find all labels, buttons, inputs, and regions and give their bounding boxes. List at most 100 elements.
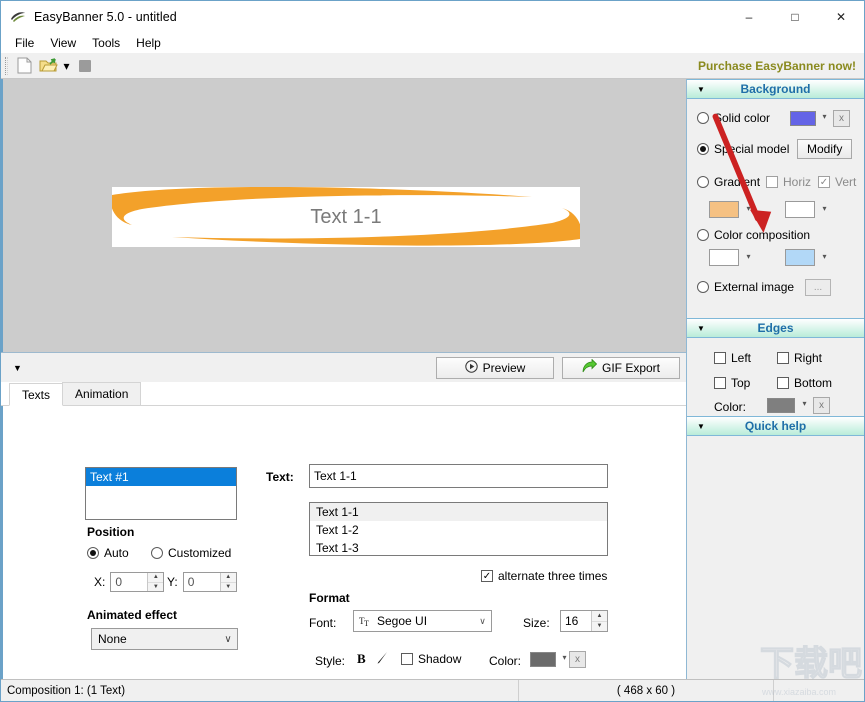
position-x-spin-buttons[interactable]: ▲ ▼	[147, 573, 164, 592]
checkbox-right-icon	[777, 352, 789, 364]
gif-export-button[interactable]: GIF Export	[562, 356, 680, 379]
position-auto-radio[interactable]: Auto	[87, 546, 129, 560]
preview-button[interactable]: Preview	[436, 356, 554, 379]
spin-up-icon[interactable]: ▲	[220, 573, 236, 583]
special-model-radio[interactable]: Special model	[697, 142, 789, 156]
spin-down-icon[interactable]: ▼	[221, 583, 236, 592]
menu-item-view[interactable]: View	[42, 34, 84, 52]
canvas-collapse-icon[interactable]: ▼	[13, 363, 22, 373]
background-section-header[interactable]: ▼ Background	[687, 79, 864, 99]
bold-button[interactable]: B	[357, 651, 366, 667]
size-stepper[interactable]: 16 ▲ ▼	[560, 610, 608, 632]
menu-bar: File View Tools Help	[1, 32, 864, 53]
solid-color-radio[interactable]: Solid color	[697, 111, 770, 125]
maximize-icon[interactable]: □	[772, 1, 818, 32]
text-items-listbox[interactable]: Text #1	[85, 467, 237, 520]
gradient-swatch-2[interactable]	[785, 201, 815, 218]
text-color-clear-button[interactable]: x	[569, 651, 586, 668]
list-item[interactable]: Text 1-1	[310, 503, 607, 521]
open-folder-icon[interactable]	[36, 55, 60, 77]
position-y-stepper[interactable]: 0 ▲ ▼	[182, 572, 237, 592]
toolbar-grip	[5, 56, 8, 75]
status-bar: Composition 1: (1 Text) ( 468 x 60 )	[1, 679, 864, 701]
gradient-swatch-1[interactable]	[709, 201, 739, 218]
position-y-spin-buttons[interactable]: ▲ ▼	[219, 573, 236, 592]
list-item[interactable]: Text 1-2	[310, 521, 607, 539]
edges-color-clear-button[interactable]: x	[813, 397, 830, 414]
edge-bottom-label: Bottom	[794, 376, 833, 390]
gradient-swatch-2-caret-icon[interactable]: ▾	[819, 204, 830, 213]
composition-swatch-2[interactable]	[785, 249, 815, 266]
position-customized-radio[interactable]: Customized	[151, 546, 231, 560]
text-variants-listbox[interactable]: Text 1-1 Text 1-2 Text 1-3	[309, 502, 608, 556]
gradient-vert-label: Vert	[835, 175, 857, 189]
tab-texts[interactable]: Texts	[9, 383, 64, 406]
position-y-label: Y:	[167, 575, 178, 589]
menu-item-tools[interactable]: Tools	[84, 34, 128, 52]
size-spin-buttons[interactable]: ▲ ▼	[591, 611, 607, 631]
gradient-vert-checkbox[interactable]: ✓ Vert	[818, 175, 856, 189]
edges-color-caret-icon[interactable]: ▾	[799, 399, 810, 408]
solid-color-clear-button[interactable]: x	[833, 110, 850, 127]
tab-animation[interactable]: Animation	[62, 382, 142, 405]
menu-item-help[interactable]: Help	[128, 34, 169, 52]
list-item[interactable]: Text 1-3	[310, 539, 607, 557]
new-document-icon[interactable]	[12, 55, 36, 77]
quick-help-section-header[interactable]: ▼ Quick help	[687, 416, 864, 436]
purchase-link[interactable]: Purchase EasyBanner now!	[698, 59, 856, 73]
status-composition: Composition 1: (1 Text)	[1, 680, 519, 701]
font-select[interactable]: T T Segoe UI ∨	[353, 610, 492, 632]
text-color-swatch[interactable]	[530, 652, 556, 667]
svg-text:T: T	[364, 619, 369, 627]
list-item[interactable]: Text #1	[86, 468, 236, 486]
banner-canvas[interactable]: Text 1-1	[1, 79, 686, 352]
gradient-swatch-1-caret-icon[interactable]: ▾	[743, 204, 754, 213]
spin-up-icon[interactable]: ▲	[148, 573, 164, 583]
edges-section-title: Edges	[757, 321, 794, 335]
composition-swatch-1[interactable]	[709, 249, 739, 266]
italic-icon[interactable]	[376, 651, 389, 668]
menu-item-file[interactable]: File	[7, 34, 42, 52]
position-auto-label: Auto	[104, 546, 129, 560]
composition-swatch-1-caret-icon[interactable]: ▾	[743, 252, 754, 261]
external-image-browse-button[interactable]: ...	[805, 279, 831, 296]
alternate-three-times-checkbox[interactable]: ✓ alternate three times	[481, 569, 607, 583]
green-arrow-export-icon	[582, 358, 598, 376]
save-icon[interactable]	[73, 55, 97, 77]
close-icon[interactable]: ✕	[818, 1, 864, 32]
spin-down-icon[interactable]: ▼	[592, 622, 607, 632]
minimize-icon[interactable]: –	[726, 1, 772, 32]
edge-top-checkbox[interactable]: Top	[714, 376, 750, 390]
solid-color-caret-icon[interactable]: ▾	[819, 112, 830, 121]
status-spacer	[774, 680, 864, 701]
color-composition-label: Color composition	[714, 228, 811, 242]
chevron-down-icon[interactable]: ∨	[219, 634, 237, 645]
edge-bottom-checkbox[interactable]: Bottom	[777, 376, 832, 390]
external-image-radio[interactable]: External image	[697, 280, 794, 294]
spin-up-icon[interactable]: ▲	[592, 611, 607, 622]
solid-color-swatch[interactable]	[790, 111, 816, 126]
modify-button[interactable]: Modify	[797, 139, 853, 159]
edges-color-swatch[interactable]	[767, 398, 795, 413]
color-composition-radio[interactable]: Color composition	[697, 228, 810, 242]
edge-left-checkbox[interactable]: Left	[714, 351, 751, 365]
spin-down-icon[interactable]: ▼	[148, 583, 163, 592]
gradient-radio[interactable]: Gradient	[697, 175, 760, 189]
composition-swatch-2-caret-icon[interactable]: ▾	[819, 252, 830, 261]
gradient-label: Gradient	[714, 175, 761, 189]
animated-effect-select[interactable]: None ∨	[91, 628, 238, 650]
checkbox-vert-icon: ✓	[818, 176, 830, 188]
text-input-value: Text 1-1	[314, 469, 357, 483]
radio-special-model-icon	[697, 143, 709, 155]
gradient-horiz-checkbox[interactable]: Horiz	[766, 175, 811, 189]
chevron-down-icon[interactable]: ∨	[474, 611, 491, 631]
open-dropdown-caret-icon[interactable]: ▾	[60, 55, 73, 77]
position-x-label: X:	[94, 575, 106, 589]
text-input[interactable]: Text 1-1	[309, 464, 608, 488]
tab-texts-label: Texts	[22, 387, 51, 402]
edge-right-checkbox[interactable]: Right	[777, 351, 822, 365]
position-x-stepper[interactable]: 0 ▲ ▼	[110, 572, 165, 592]
banner-preview[interactable]: Text 1-1	[112, 187, 580, 247]
shadow-checkbox[interactable]: Shadow	[401, 652, 461, 666]
edges-section-header[interactable]: ▼ Edges	[687, 318, 864, 338]
